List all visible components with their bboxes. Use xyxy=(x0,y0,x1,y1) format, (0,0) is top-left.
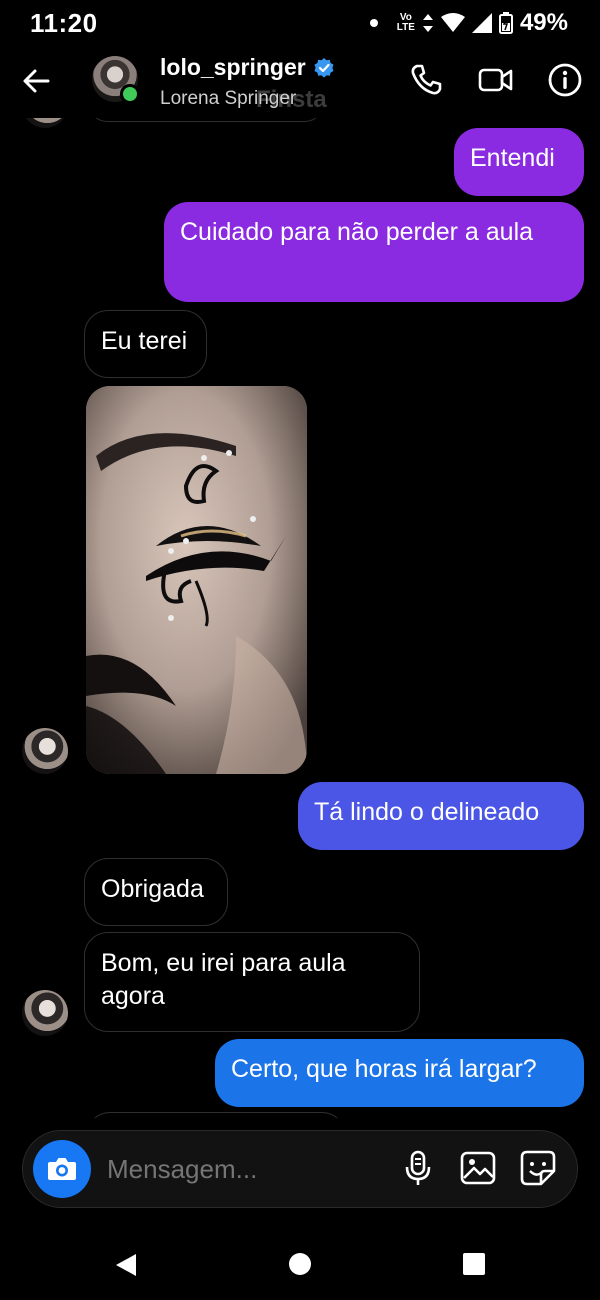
nav-home-icon[interactable] xyxy=(288,1252,312,1276)
battery-icon xyxy=(498,12,513,34)
contact-avatar[interactable] xyxy=(92,56,140,104)
microphone-icon[interactable] xyxy=(399,1149,437,1187)
message-bubble-in[interactable]: Eu terei xyxy=(84,310,207,378)
message-text: Tá lindo o delineado xyxy=(314,798,540,826)
video-icon[interactable] xyxy=(478,62,514,98)
volte-icon: Vo LTE xyxy=(397,13,415,33)
contact-full-name: Lorena Springer xyxy=(160,88,297,109)
next-message-bubble xyxy=(86,1112,346,1118)
message-bubble-in[interactable]: Bom, eu irei para aula agora xyxy=(84,932,420,1032)
sender-avatar[interactable] xyxy=(22,728,68,774)
nav-recents-icon[interactable] xyxy=(462,1252,486,1276)
status-icons: Vo LTE 49% xyxy=(369,9,568,37)
online-status-icon xyxy=(120,84,140,104)
message-text: Obrigada xyxy=(101,875,204,903)
message-text: Cuidado para não perder a aula xyxy=(180,218,534,246)
wifi-icon xyxy=(440,13,465,32)
photo-eye-makeup xyxy=(86,386,307,774)
message-list[interactable]: Entendi Cuidado para não perder a aula E… xyxy=(0,118,600,1118)
system-nav-bar xyxy=(0,1230,600,1300)
message-text: Eu terei xyxy=(101,327,188,355)
camera-icon xyxy=(48,1158,76,1180)
message-bubble-out[interactable]: Tá lindo o delineado xyxy=(298,782,584,850)
camera-button[interactable] xyxy=(33,1140,91,1198)
message-text: Certo, que horas irá largar? xyxy=(231,1055,537,1083)
battery-percent: 49% xyxy=(519,9,568,36)
contact-username[interactable]: lolo_springer xyxy=(160,54,334,81)
message-bubble-in[interactable]: Obrigada xyxy=(84,858,228,926)
message-bubble-out[interactable]: Certo, que horas irá largar? xyxy=(215,1039,584,1107)
sender-avatar[interactable] xyxy=(22,990,68,1036)
signal-icon xyxy=(471,13,492,33)
photo-message[interactable] xyxy=(86,386,307,774)
sticker-icon[interactable] xyxy=(519,1149,557,1187)
status-bar: 11:20 Vo LTE 49% xyxy=(0,0,600,46)
username-text: lolo_springer xyxy=(160,54,306,80)
lte-label: LTE xyxy=(396,22,415,33)
phone-icon[interactable] xyxy=(408,62,444,98)
data-transfer-icon xyxy=(422,14,433,32)
previous-message-bubble xyxy=(86,118,326,122)
status-time: 11:20 xyxy=(30,8,98,38)
info-icon[interactable] xyxy=(547,62,583,98)
back-arrow-icon[interactable] xyxy=(20,64,54,98)
chat-header: Finsta lolo_springer Lorena Springer xyxy=(0,46,600,118)
message-text: Bom, eu irei para aula agora xyxy=(101,949,346,1010)
message-bubble-out[interactable]: Entendi xyxy=(454,128,584,196)
nav-back-icon[interactable] xyxy=(114,1252,138,1278)
message-bubble-out[interactable]: Cuidado para não perder a aula xyxy=(164,202,584,302)
dm-screen: 11:20 Vo LTE 49% Finsta lolo_springer Lo… xyxy=(0,0,600,1300)
sender-avatar xyxy=(22,118,68,128)
notification-dot-icon xyxy=(369,19,378,27)
verified-badge-icon xyxy=(314,57,334,78)
message-composer xyxy=(22,1130,578,1208)
image-icon[interactable] xyxy=(459,1149,497,1187)
message-text: Entendi xyxy=(470,144,555,172)
message-input[interactable] xyxy=(105,1153,389,1186)
